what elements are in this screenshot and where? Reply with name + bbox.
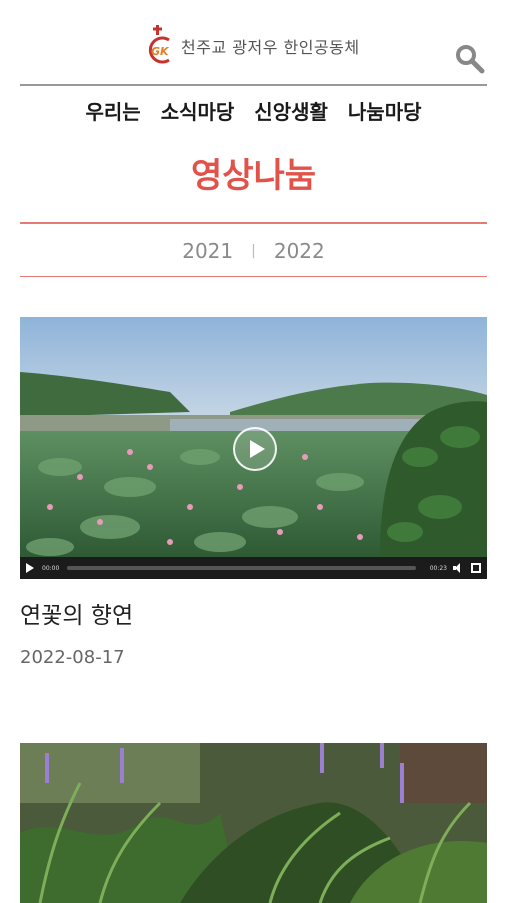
video-post-card	[20, 743, 487, 903]
video-post-card: 00:00 00:23 연꽃의 향연 2022-08-17	[20, 317, 487, 671]
site-header: GK 천주교 광저우 한인공동체	[0, 0, 507, 86]
nav-item-news[interactable]: 소식마당	[161, 96, 235, 128]
nav-item-faith-life[interactable]: 신앙생활	[254, 96, 328, 128]
current-time: 00:00	[42, 564, 60, 572]
video-thumbnail[interactable]	[20, 743, 487, 903]
main-nav: 우리는 소식마당 신앙생활 나눔마당	[0, 96, 507, 128]
nav-item-about[interactable]: 우리는	[85, 96, 140, 128]
post-date: 2022-08-17	[20, 647, 125, 668]
video-player[interactable]: 00:00 00:23	[20, 317, 487, 579]
page-title: 영상나눔	[190, 156, 317, 196]
cross-logo-icon: GK	[145, 24, 175, 64]
site-name-main: 광저우 한인공동체	[232, 38, 360, 57]
fullscreen-icon[interactable]	[471, 563, 481, 573]
header-divider	[20, 84, 487, 86]
nav-item-sharing[interactable]: 나눔마당	[348, 96, 422, 128]
logo-mark-text: GK	[151, 45, 170, 58]
title-divider-top	[20, 222, 487, 224]
year-tab-2022[interactable]: 2022	[274, 239, 325, 263]
title-divider-bottom	[20, 276, 487, 277]
progress-bar[interactable]	[67, 566, 416, 570]
site-logo[interactable]: GK 천주교 광저우 한인공동체	[145, 22, 360, 66]
play-button-overlay[interactable]	[233, 427, 277, 471]
post-title[interactable]: 연꽃의 향연	[20, 599, 487, 633]
year-separator: |	[251, 243, 256, 259]
search-button[interactable]	[454, 43, 486, 75]
year-filter: 2021 | 2022	[0, 234, 507, 268]
video-controls: 00:00 00:23	[20, 557, 487, 579]
site-name-prefix: 천주교	[181, 38, 233, 57]
control-play-icon[interactable]	[26, 563, 36, 573]
year-tab-2021[interactable]: 2021	[182, 239, 233, 263]
volume-icon[interactable]	[453, 563, 465, 573]
duration: 00:23	[429, 564, 447, 572]
video-thumbnail-garden	[20, 743, 487, 903]
site-name: 천주교 광저우 한인공동체	[181, 34, 360, 58]
search-icon	[456, 45, 485, 74]
